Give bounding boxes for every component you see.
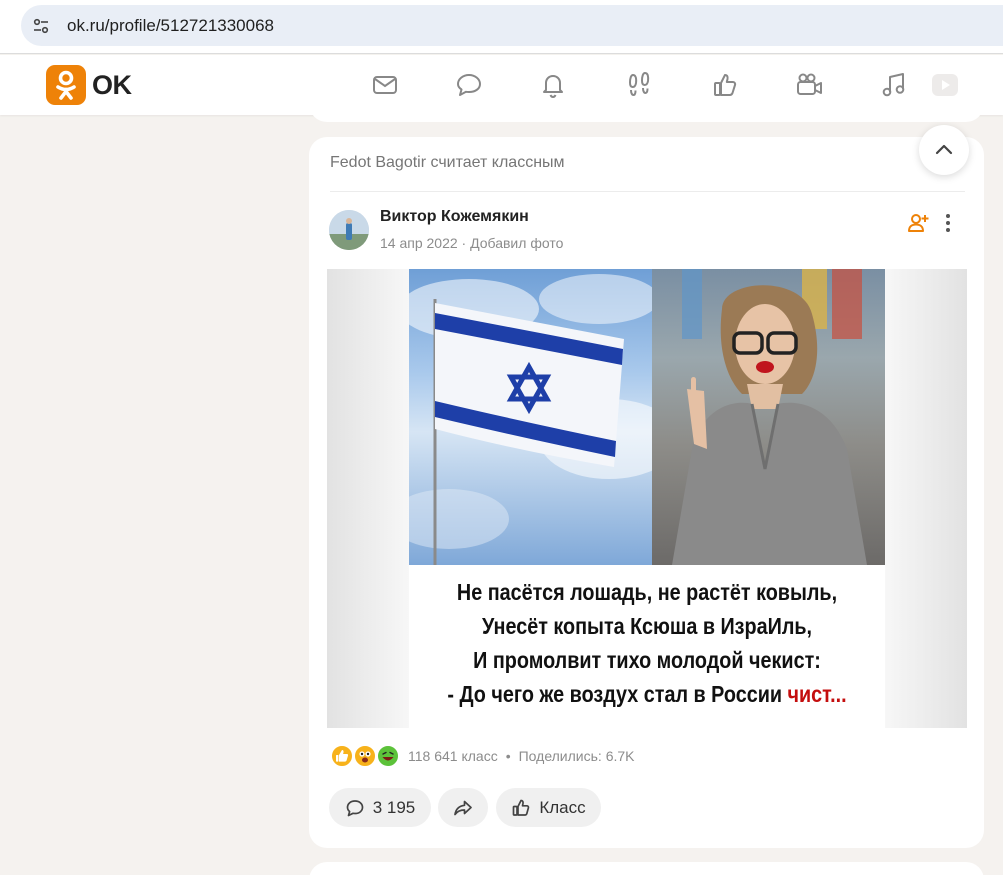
image-blur-left [327,269,409,728]
klass-button[interactable]: Класс [496,788,601,827]
wow-emoji-icon [353,744,377,768]
comment-icon [346,799,364,816]
tune-icon[interactable] [26,11,56,41]
divider [330,191,965,192]
reaction-stats: 118 641 класс • Поделились: 6.7K [408,748,635,764]
mail-icon[interactable] [368,68,402,102]
next-feed-card [309,862,984,875]
post-image[interactable]: Не пасётся лошадь, не растёт ковыль, Уне… [327,269,967,728]
flag-photo [409,269,652,565]
scroll-to-top-button[interactable] [919,125,969,175]
like-icon [513,799,530,816]
feed-card: Fedot Bagotir считает классным Виктор Ко… [309,137,984,848]
post-meta: 14 апр 2022 · Добавил фото [380,235,564,251]
footprints-icon[interactable] [622,68,656,102]
chat-icon[interactable] [452,68,486,102]
video-play-icon[interactable] [928,68,962,102]
caption-line-4: - До чего же воздух стал в России чист..… [442,677,851,711]
more-options-icon[interactable] [940,212,956,234]
author-name[interactable]: Виктор Кожемякин [380,208,529,226]
laugh-emoji-icon [376,744,400,768]
caption-line-2: Унесёт копыта Ксюша в ИзраИль, [481,613,813,639]
separator-dot: • [505,748,511,764]
klass-label: Класс [539,797,586,817]
comments-button[interactable]: 3 195 [329,788,431,827]
caption-line-3: И промолвит тихо молодой чекист: [473,647,821,673]
bell-icon[interactable] [536,68,570,102]
share-icon [454,800,472,815]
browser-toolbar: ok.ru/profile/512721330068 [0,0,1003,54]
image-caption: Не пасётся лошадь, не растёт ковыль, Уне… [409,565,885,728]
ok-logo-text: OK [92,69,132,100]
address-bar[interactable]: ok.ru/profile/512721330068 [21,5,1003,46]
caption-line-1: Не пасётся лошадь, не растёт ковыль, [456,579,838,605]
video-camera-icon[interactable] [792,68,826,102]
ok-logo[interactable]: OK [46,65,132,105]
ok-logo-icon [46,65,86,105]
chevron-up-icon [935,144,953,155]
like-emoji-icon [330,744,354,768]
url-text[interactable]: ok.ru/profile/512721330068 [67,16,274,36]
klass-count[interactable]: 118 641 класс [408,748,498,764]
caption-line-4-red: чист... [787,681,847,707]
reactions-summary[interactable]: 118 641 класс • Поделились: 6.7K [330,744,635,768]
woman-photo [652,269,885,565]
music-icon[interactable] [877,68,911,102]
avatar[interactable] [329,210,369,250]
previous-feed-card [309,100,984,122]
add-friend-icon[interactable] [907,212,929,234]
share-button[interactable] [438,788,488,827]
comments-count: 3 195 [372,797,416,817]
image-blur-right [885,269,967,728]
caption-line-4-text: - До чего же воздух стал в России [447,681,788,707]
share-count[interactable]: Поделились: 6.7K [519,748,635,764]
like-icon[interactable] [708,68,742,102]
feed-reason[interactable]: Fedot Bagotir считает классным [330,154,565,172]
